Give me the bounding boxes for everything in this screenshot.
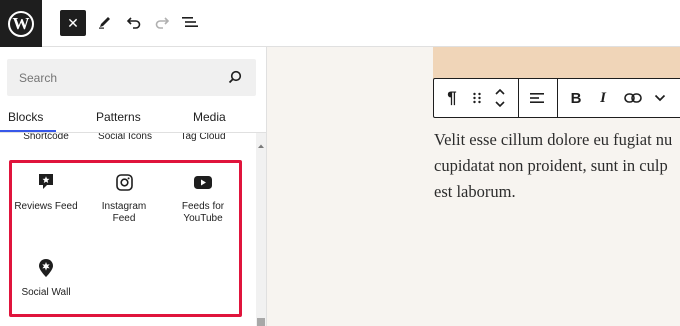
block-label: Social Wall xyxy=(21,287,71,298)
paragraph-icon[interactable]: ¶ xyxy=(442,79,462,117)
block-inserter-panel: Blocks Patterns Media Shortcode Social I… xyxy=(0,47,267,326)
scroll-up-arrow-icon[interactable] xyxy=(256,137,266,148)
block-grid: Shortcode Social Icons Tag Cloud Reviews… xyxy=(0,133,256,326)
block-reviews-feed[interactable]: Reviews Feed xyxy=(6,171,86,213)
close-inserter-button[interactable]: ✕ xyxy=(60,10,86,36)
block-label-shortcode[interactable]: Shortcode xyxy=(23,133,69,142)
social-wall-icon xyxy=(6,257,86,279)
block-label-social-icons[interactable]: Social Icons xyxy=(98,133,152,142)
instagram-icon xyxy=(84,171,164,193)
search-icon[interactable] xyxy=(228,70,242,89)
block-social-wall[interactable]: Social Wall xyxy=(6,257,86,299)
paragraph-line: cupidatat non proident, sunt in culp xyxy=(434,156,668,175)
block-label: Reviews Feed xyxy=(14,201,78,212)
drag-handle-icon[interactable] xyxy=(470,79,484,117)
inserter-tabs: Blocks Patterns Media xyxy=(0,107,266,133)
link-icon[interactable] xyxy=(623,79,643,117)
tab-blocks[interactable]: Blocks xyxy=(8,110,43,124)
document-overview-icon[interactable] xyxy=(180,12,200,32)
active-tab-indicator xyxy=(0,130,56,132)
block-label: Feeds for YouTube xyxy=(181,201,225,224)
youtube-icon xyxy=(163,171,243,193)
wordpress-logo-button[interactable]: W xyxy=(0,0,42,47)
panel-scrollbar[interactable] xyxy=(256,133,266,326)
block-toolbar: ¶ B I xyxy=(433,78,680,118)
cover-block[interactable] xyxy=(433,47,680,79)
block-label: Instagram Feed xyxy=(101,201,147,224)
bold-icon[interactable]: B xyxy=(568,79,584,117)
toolbar-separator xyxy=(557,79,558,117)
editor-top-toolbar: W ✕ xyxy=(0,0,680,47)
paragraph-line: Velit esse cillum dolore eu fugiat nu xyxy=(434,130,673,149)
wordpress-logo-icon: W xyxy=(8,10,34,37)
search-box xyxy=(7,59,256,96)
edit-pencil-icon[interactable] xyxy=(95,12,115,32)
block-instagram-feed[interactable]: Instagram Feed xyxy=(84,171,164,225)
scrollbar-thumb[interactable] xyxy=(257,318,265,326)
italic-icon[interactable]: I xyxy=(596,79,610,117)
align-icon[interactable] xyxy=(528,79,546,117)
more-options-icon[interactable] xyxy=(652,79,668,117)
search-input[interactable] xyxy=(7,59,217,96)
toolbar-separator xyxy=(518,79,519,117)
block-feeds-for-youtube[interactable]: Feeds for YouTube xyxy=(163,171,243,225)
tab-patterns[interactable]: Patterns xyxy=(96,110,141,124)
block-label-tag-cloud[interactable]: Tag Cloud xyxy=(180,133,225,142)
move-up-down-icon[interactable] xyxy=(492,79,508,117)
tab-media[interactable]: Media xyxy=(193,110,226,124)
undo-icon[interactable] xyxy=(124,12,144,32)
redo-icon[interactable] xyxy=(152,12,172,32)
editor-canvas[interactable]: ¶ B I Velit esse cillum dolore eu fugiat… xyxy=(267,47,680,326)
paragraph-line: est laborum. xyxy=(434,182,516,201)
reviews-feed-icon xyxy=(6,171,86,193)
paragraph-block[interactable]: Velit esse cillum dolore eu fugiat nu cu… xyxy=(434,127,680,205)
